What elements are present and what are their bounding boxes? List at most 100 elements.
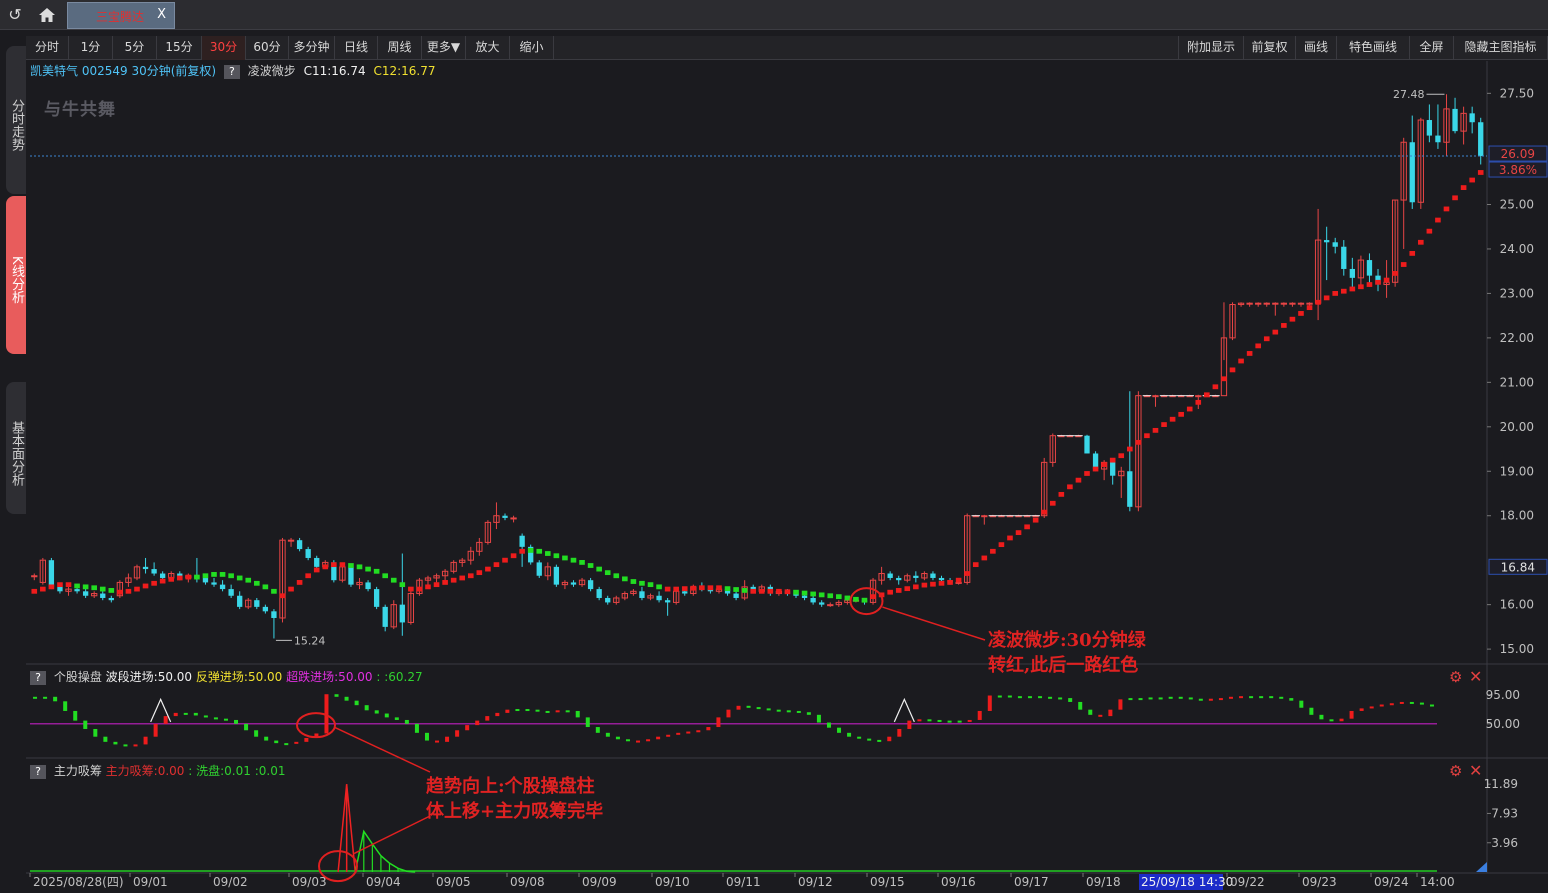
chart-canvas[interactable]: 27.50 25.00 24.00 23.00 22.00 21.00 20.00 19.00… bbox=[0, 0, 1548, 893]
candle-body bbox=[930, 573, 936, 578]
lingbo-dot bbox=[485, 566, 491, 572]
low-price-label: 15.24 bbox=[294, 634, 326, 647]
candle-body bbox=[510, 517, 517, 520]
panel2-bar bbox=[173, 712, 178, 717]
lingbo-dot bbox=[450, 577, 457, 583]
lingbo-dot bbox=[194, 574, 200, 580]
lingbo-dot bbox=[1118, 453, 1125, 459]
lingbo-dot bbox=[1032, 517, 1039, 523]
panel3-tick-label: 7.93 bbox=[1491, 806, 1518, 820]
lingbo-dot bbox=[331, 562, 337, 568]
panel2-bar bbox=[515, 709, 520, 712]
candle-body bbox=[1289, 302, 1296, 305]
panel2-bar bbox=[1259, 696, 1264, 699]
panel3-close-icon[interactable]: ✕ bbox=[1469, 761, 1482, 780]
panel2-bar bbox=[1188, 697, 1193, 700]
candle-body bbox=[1263, 302, 1270, 305]
lingbo-dot bbox=[416, 586, 423, 592]
lingbo-dot bbox=[502, 557, 508, 563]
panel2-bar bbox=[374, 710, 379, 714]
current-pct-label: 3.86% bbox=[1499, 163, 1537, 177]
candle-body bbox=[1127, 471, 1133, 507]
lingbo-dot bbox=[1092, 466, 1099, 472]
panel2-value-a: 波段进场:50.00 bbox=[105, 670, 193, 684]
panel2-bar bbox=[1088, 709, 1093, 715]
panel2-bar bbox=[987, 695, 992, 711]
time-axis-label: 09/16 bbox=[941, 875, 976, 889]
lingbo-dot bbox=[853, 596, 859, 602]
lingbo-dot bbox=[91, 585, 97, 591]
time-axis-label: 09/18 bbox=[1086, 875, 1121, 889]
panel2-bar bbox=[816, 714, 821, 723]
candle-body bbox=[536, 562, 542, 576]
panel2-bar bbox=[73, 710, 78, 721]
panel2-bar bbox=[133, 744, 138, 747]
panel2-bar bbox=[615, 736, 620, 740]
panel2-bar bbox=[1078, 701, 1083, 710]
price-tick-label: 18.00 bbox=[1500, 509, 1534, 523]
lingbo-dot bbox=[733, 587, 739, 592]
panel2-bar bbox=[656, 736, 661, 740]
panel2-bar bbox=[1118, 699, 1123, 710]
panel2-bar bbox=[1239, 696, 1244, 699]
panel2-value-d: : :60.27 bbox=[376, 670, 423, 684]
time-axis-label: 09/05 bbox=[436, 875, 471, 889]
lingbo-dot bbox=[870, 594, 876, 600]
panel2-bar bbox=[847, 732, 852, 737]
panel2-gear-icon[interactable]: ⚙ bbox=[1449, 668, 1462, 686]
lingbo-dot bbox=[895, 588, 902, 593]
lingbo-dot bbox=[527, 548, 534, 553]
lingbo-dot bbox=[630, 579, 637, 584]
lingbo-dot bbox=[707, 585, 714, 591]
panel2-bar bbox=[897, 728, 902, 737]
lingbo-dot bbox=[604, 570, 611, 576]
lingbo-dot bbox=[425, 584, 431, 590]
panel2-bar bbox=[706, 727, 711, 731]
lingbo-dot bbox=[1109, 457, 1116, 463]
panel2-bar bbox=[1038, 696, 1043, 699]
panel2-bar bbox=[957, 720, 962, 723]
annotation-lingbo-line2: 转红,此后一路红色 bbox=[988, 655, 1139, 676]
lingbo-dot bbox=[459, 575, 466, 581]
candle-body bbox=[160, 573, 166, 578]
lingbo-dot bbox=[1323, 295, 1330, 301]
panel2-bar bbox=[1108, 709, 1113, 717]
lingbo-dot bbox=[176, 575, 183, 581]
panel2-value-c: 超跌进场:50.00 bbox=[286, 670, 373, 684]
panel2-bar bbox=[1178, 696, 1183, 699]
lingbo-dot bbox=[1135, 439, 1142, 445]
candle-body bbox=[1341, 246, 1347, 269]
panel2-help-button[interactable]: ? bbox=[30, 671, 46, 685]
candle-body bbox=[1409, 142, 1415, 203]
lingbo-dot bbox=[1477, 170, 1484, 175]
panel2-bar bbox=[726, 709, 731, 718]
panel2-bar bbox=[254, 730, 259, 737]
lingbo-dot bbox=[236, 575, 243, 581]
panel2-bar bbox=[294, 741, 299, 744]
lingbo-dot bbox=[1426, 228, 1433, 234]
panel3-gear-icon[interactable]: ⚙ bbox=[1449, 762, 1462, 780]
panel2-bar bbox=[676, 732, 681, 735]
candle-body bbox=[287, 539, 295, 542]
panel2-bar bbox=[213, 717, 218, 720]
price-tick-label: 15.00 bbox=[1500, 642, 1534, 656]
panel2-bar bbox=[646, 739, 651, 742]
candle-body bbox=[1246, 302, 1253, 305]
panel2-header: ? 个股操盘 波段进场:50.00 反弹进场:50.00 超跌进场:50.00 … bbox=[30, 668, 423, 685]
lingbo-dot bbox=[1452, 195, 1458, 201]
panel2-bar bbox=[977, 710, 982, 720]
panel2-close-icon[interactable]: ✕ bbox=[1469, 667, 1482, 686]
lingbo-dot bbox=[1058, 491, 1065, 497]
time-axis-label: 09/24 bbox=[1374, 875, 1409, 889]
indicator-help-button[interactable]: ? bbox=[223, 65, 240, 79]
lingbo-dot bbox=[1435, 217, 1441, 223]
candle-body bbox=[587, 580, 594, 590]
lingbo-dot bbox=[322, 564, 329, 570]
candle-body bbox=[801, 595, 808, 598]
level-price-label: 16.84 bbox=[1501, 560, 1535, 574]
panel3-help-button[interactable]: ? bbox=[30, 765, 46, 779]
panel2-bar bbox=[1269, 696, 1274, 699]
lingbo-dot bbox=[1358, 284, 1364, 290]
candle-body bbox=[519, 535, 525, 547]
panel2-bar bbox=[585, 717, 590, 728]
